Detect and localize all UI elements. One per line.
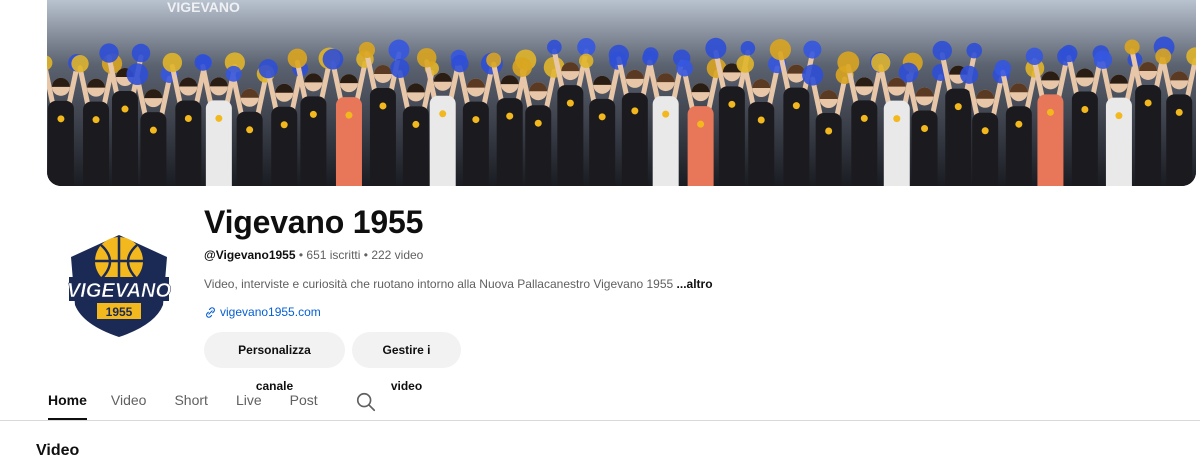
website-text: vigevano1955.com <box>220 305 321 319</box>
more-link[interactable]: ...altro <box>677 277 713 291</box>
svg-text:1955: 1955 <box>106 305 133 319</box>
meta-separator: • <box>360 248 372 262</box>
tab-live[interactable]: Live <box>224 384 274 420</box>
channel-website-link[interactable]: vigevano1955.com <box>204 303 321 321</box>
channel-tabs: Home Video Short Live Post <box>36 384 386 420</box>
channel-description[interactable]: Video, interviste e curiosità che ruotan… <box>204 275 713 293</box>
banner-crowd-image: VIGEVANO <box>47 0 1196 186</box>
svg-text:VIGEVANO: VIGEVANO <box>67 280 172 302</box>
section-title-video: Video <box>36 442 80 459</box>
meta-separator: • <box>295 248 307 262</box>
description-text: Video, interviste e curiosità che ruotan… <box>204 277 677 291</box>
tab-video[interactable]: Video <box>99 384 159 420</box>
customize-channel-button[interactable]: Personalizza canale <box>204 332 345 393</box>
tab-short[interactable]: Short <box>162 384 219 420</box>
channel-name: Vigevano 1955 <box>204 204 424 240</box>
tab-home[interactable]: Home <box>36 384 99 420</box>
channel-meta: @Vigevano1955 • 651 iscritti • 222 video <box>204 246 423 264</box>
tab-search-button[interactable] <box>346 384 386 420</box>
subscriber-count: 651 iscritti <box>306 248 361 262</box>
manage-videos-button[interactable]: Gestire i video <box>352 332 461 393</box>
channel-handle: @Vigevano1955 <box>204 248 296 262</box>
svg-text:VIGEVANO: VIGEVANO <box>167 0 240 15</box>
link-icon <box>206 306 215 318</box>
search-icon <box>356 392 375 412</box>
channel-avatar[interactable]: VIGEVANO 1955 <box>55 221 183 349</box>
channel-banner: VIGEVANO <box>47 0 1196 186</box>
tabs-divider <box>0 420 1200 421</box>
video-count: 222 video <box>371 248 424 262</box>
vigevano-logo: VIGEVANO 1955 <box>67 235 172 337</box>
tab-post[interactable]: Post <box>278 384 330 420</box>
